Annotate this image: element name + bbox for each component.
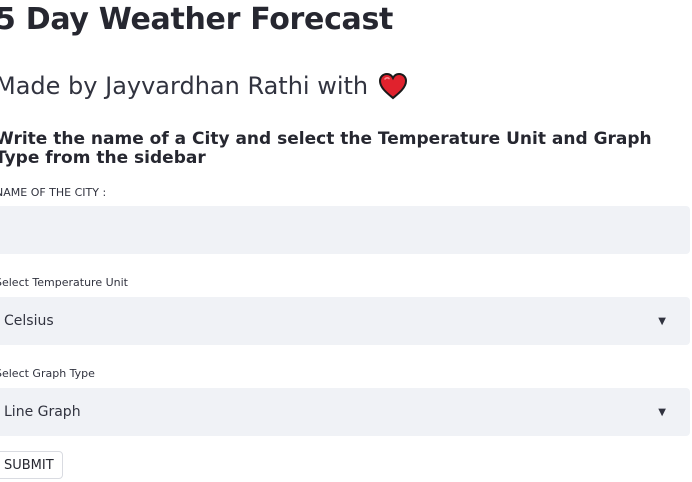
submit-button[interactable]: SUBMIT (0, 451, 63, 479)
graph-type-select[interactable]: Line Graph ▼ (0, 388, 690, 436)
instructions-text: Write the name of a City and select the … (0, 129, 652, 168)
heart-icon (378, 72, 408, 100)
byline: Made by Jayvardhan Rathi with (0, 72, 408, 100)
temperature-unit-value: Celsius (4, 313, 54, 329)
byline-text: Made by Jayvardhan Rathi with (0, 72, 369, 100)
temperature-unit-select[interactable]: Celsius ▼ (0, 297, 690, 345)
city-input-container (0, 206, 690, 254)
graph-type-value: Line Graph (4, 404, 81, 420)
chevron-down-icon: ▼ (658, 315, 666, 327)
chevron-down-icon: ▼ (658, 406, 666, 418)
page-title: 5 Day Weather Forecast (0, 2, 394, 37)
city-input[interactable] (0, 206, 690, 254)
graph-type-label: Select Graph Type (0, 367, 95, 380)
city-label: NAME OF THE CITY : (0, 186, 107, 199)
temperature-unit-label: Select Temperature Unit (0, 276, 128, 289)
